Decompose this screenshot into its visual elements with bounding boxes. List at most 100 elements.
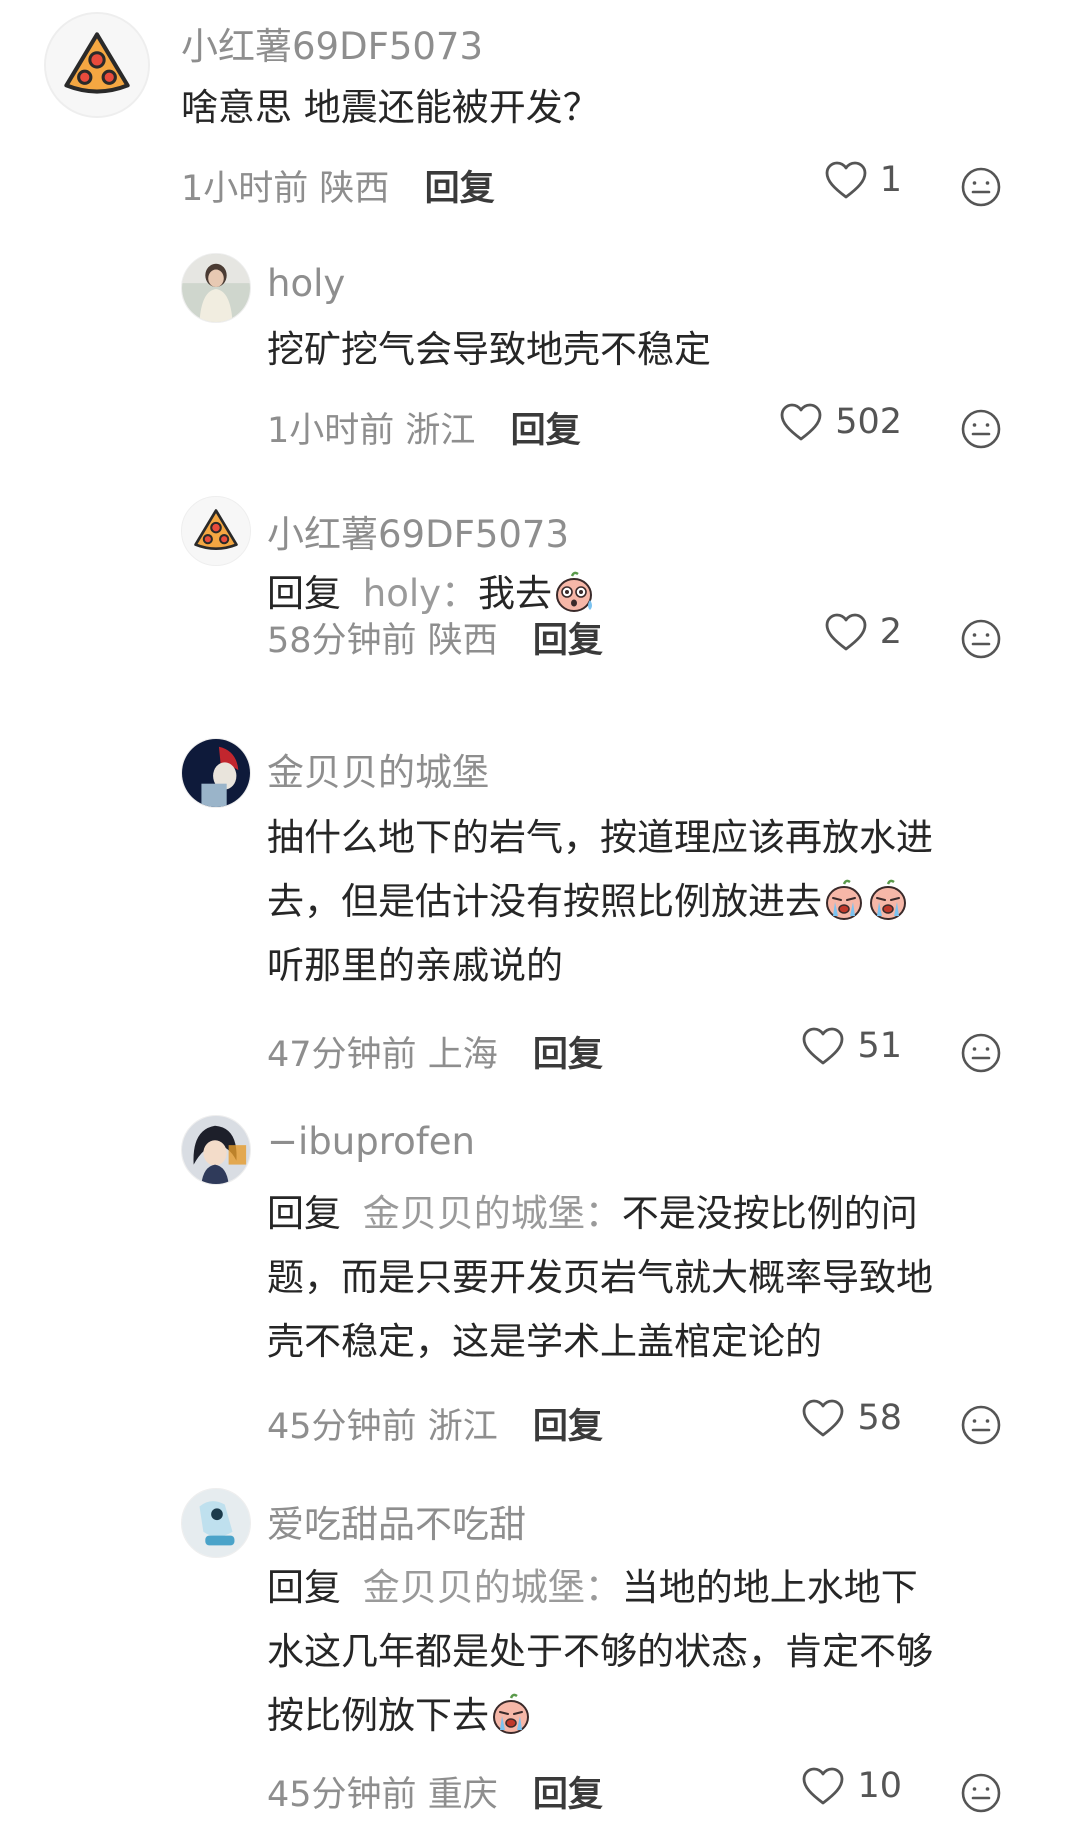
comment-body-text: 按比例放下去 [267, 1694, 489, 1737]
comment-location: 陕西 [319, 169, 390, 209]
like-count: 1 [879, 160, 902, 200]
like-button[interactable]: 502 [779, 402, 902, 442]
comment-username[interactable]: −ibuprofen [267, 1120, 475, 1163]
reply-button[interactable]: 回复 [533, 1035, 603, 1075]
react-button[interactable] [960, 408, 1002, 450]
crying-emoji-icon [870, 879, 906, 920]
like-button[interactable]: 2 [824, 612, 902, 652]
user-photo-avatar-icon [182, 1489, 250, 1557]
comment-location: 重庆 [427, 1775, 498, 1815]
comment-username[interactable]: 爱吃甜品不吃甜 [267, 1494, 526, 1548]
mention-separator: ： [584, 1566, 622, 1609]
reply-prefix: 回复 [267, 1192, 341, 1235]
heart-outline-icon [780, 403, 822, 441]
pizza-avatar-icon [46, 14, 148, 116]
comment-meta: 47分钟前 上海 回复 [267, 1026, 603, 1077]
heart-outline-icon [825, 161, 867, 199]
react-button[interactable] [960, 166, 1002, 208]
comment-location: 浙江 [427, 1407, 498, 1447]
reply-button[interactable]: 回复 [425, 169, 495, 209]
comment-location: 陕西 [427, 621, 498, 661]
reply-button[interactable]: 回复 [533, 1407, 603, 1447]
like-count: 58 [857, 1398, 902, 1438]
surprised-sweat-emoji [552, 570, 596, 614]
comment-username[interactable]: 小红薯69DF5073 [267, 504, 569, 558]
avatar[interactable] [181, 1488, 251, 1558]
reply-prefix: 回复 [267, 1566, 341, 1609]
comment-body-line: 回复 金贝贝的城堡：当地的地上水地下 [267, 1556, 1047, 1620]
react-button[interactable] [960, 618, 1002, 660]
comment-meta: 45分钟前 浙江 回复 [267, 1398, 603, 1449]
reply-prefix: 回复 [267, 572, 341, 615]
user-photo-avatar-icon [182, 1116, 250, 1184]
comment-meta: 1小时前 陕西 回复 [181, 160, 495, 211]
smiley-icon [961, 1033, 1001, 1073]
reply-button[interactable]: 回复 [533, 1775, 603, 1815]
surprised-emoji-icon [556, 571, 593, 612]
comment-text: 回复 金贝贝的城堡：不是没按比例的问 题，而是只要开发页岩气就大概率导致地 壳不… [267, 1182, 1047, 1374]
comment-time: 45分钟前 [267, 1775, 417, 1815]
like-count: 10 [857, 1766, 902, 1806]
like-button[interactable]: 51 [801, 1026, 902, 1066]
user-photo-avatar-icon [182, 254, 250, 322]
avatar[interactable] [181, 496, 251, 566]
crying-emoji [866, 878, 910, 922]
comment-body-line: 题，而是只要开发页岩气就大概率导致地 [267, 1256, 933, 1299]
react-button[interactable] [960, 1772, 1002, 1814]
avatar[interactable] [181, 738, 251, 808]
comment-text: 挖矿挖气会导致地壳不稳定 [267, 328, 711, 371]
smiley-icon [961, 1405, 1001, 1445]
heart-outline-icon [825, 613, 867, 651]
avatar[interactable] [181, 1115, 251, 1185]
comment-text: 回复 金贝贝的城堡：当地的地上水地下 水这几年都是处于不够的状态，肯定不够 按比… [267, 1556, 1047, 1748]
comment-body-text: 当地的地上水地下 [621, 1566, 918, 1609]
smiley-icon [961, 1773, 1001, 1813]
mention-link[interactable]: 金贝贝的城堡 [363, 1566, 585, 1609]
react-button[interactable] [960, 1404, 1002, 1446]
reply-button[interactable]: 回复 [511, 411, 581, 451]
comment-time: 47分钟前 [267, 1035, 417, 1075]
comment-meta: 1小时前 浙江 回复 [267, 402, 581, 453]
reply-button[interactable]: 回复 [533, 621, 603, 661]
comment-location: 上海 [427, 1035, 498, 1075]
mention-separator: ： [441, 572, 479, 615]
comment-body-text: 去，但是估计没有按照比例放进去 [267, 880, 822, 923]
crying-emoji [822, 878, 866, 922]
mention-separator: ： [584, 1192, 622, 1235]
like-count: 502 [835, 402, 902, 442]
like-button[interactable]: 58 [801, 1398, 902, 1438]
mention-link[interactable]: 金贝贝的城堡 [363, 1192, 585, 1235]
pizza-avatar-icon [182, 497, 250, 565]
comment-username[interactable]: 小红薯69DF5073 [181, 16, 483, 70]
react-button[interactable] [960, 1032, 1002, 1074]
heart-outline-icon [803, 1027, 844, 1065]
like-count: 51 [857, 1026, 902, 1066]
comment-time: 1小时前 [267, 411, 395, 451]
smiley-icon [961, 167, 1001, 207]
comment-time: 45分钟前 [267, 1407, 417, 1447]
comment-username[interactable]: 金贝贝的城堡 [267, 742, 489, 796]
crying-emoji-icon [493, 1693, 529, 1734]
crying-emoji [489, 1692, 533, 1736]
heart-outline-icon [803, 1767, 844, 1805]
comment-body-line: 抽什么地下的岩气，按道理应该再放水进 [267, 816, 933, 859]
like-button[interactable]: 10 [801, 1766, 902, 1806]
comment-location: 浙江 [405, 411, 476, 451]
comment-text: 抽什么地下的岩气，按道理应该再放水进 去，但是估计没有按照比例放进去 听那里的亲… [267, 806, 1047, 998]
avatar[interactable] [181, 253, 251, 323]
avatar[interactable] [44, 12, 150, 118]
comment-body-line: 回复 金贝贝的城堡：不是没按比例的问 [267, 1182, 1047, 1246]
comment-time: 1小时前 [181, 169, 309, 209]
comment-meta: 58分钟前 陕西 回复 [267, 612, 603, 663]
comment-body: 我去 [478, 572, 553, 615]
comment-body-text: 不是没按比例的问 [621, 1192, 918, 1235]
comment-body-line: 水这几年都是处于不够的状态，肯定不够 [267, 1630, 933, 1673]
like-button[interactable]: 1 [824, 160, 902, 200]
comment-meta: 45分钟前 重庆 回复 [267, 1766, 603, 1817]
comment-body-line: 听那里的亲戚说的 [267, 944, 563, 987]
mention-link[interactable]: holy [363, 572, 441, 615]
comment-time: 58分钟前 [267, 621, 417, 661]
comment-body-line: 按比例放下去 [267, 1684, 1047, 1748]
comment-username[interactable]: holy [267, 262, 345, 305]
comment-text: 啥意思 地震还能被开发？ [181, 86, 600, 129]
